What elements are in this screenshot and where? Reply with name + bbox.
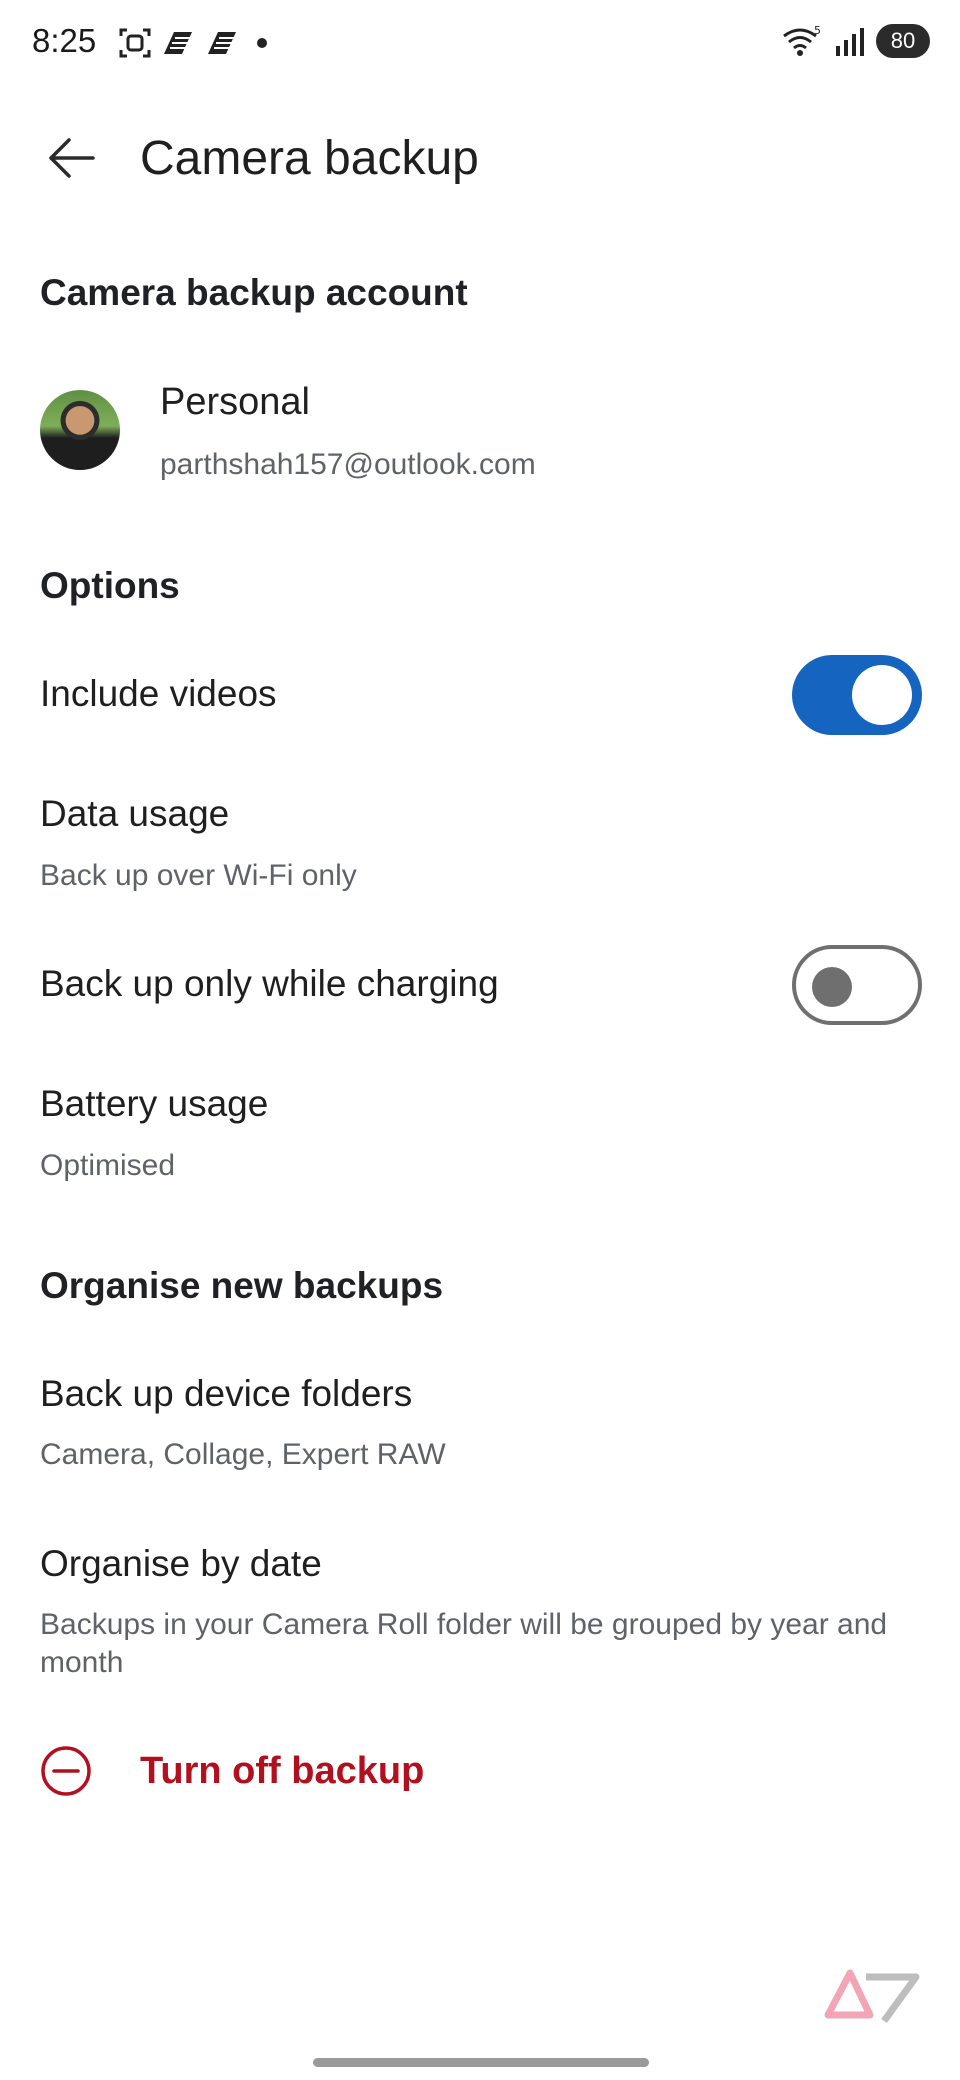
turn-off-backup-button[interactable]: Turn off backup: [40, 1745, 424, 1797]
app-icon: [164, 32, 192, 54]
screenshot-icon: [119, 28, 151, 58]
options-section-title: Options: [40, 565, 180, 606]
account-email: parthshah157@outlook.com: [160, 448, 536, 481]
device-folders-value: Camera, Collage, Expert RAW: [40, 1438, 446, 1471]
battery-usage-label[interactable]: Battery usage: [40, 1083, 268, 1125]
toggle-knob: [812, 967, 852, 1007]
toggle-knob: [852, 665, 912, 725]
data-usage-value: Back up over Wi-Fi only: [40, 859, 357, 892]
status-icons-right: 5 80: [780, 24, 930, 58]
home-indicator[interactable]: [313, 2058, 649, 2067]
account-section-title: Camera backup account: [40, 272, 468, 313]
battery-usage-value: Optimised: [40, 1149, 176, 1182]
wifi-icon: 5: [783, 24, 821, 56]
logo-icon: [824, 1969, 920, 2024]
avatar[interactable]: [40, 390, 120, 470]
device-folders-label[interactable]: Back up device folders: [40, 1373, 412, 1415]
minus-circle-icon: [41, 1746, 91, 1796]
page-title: Camera backup: [140, 132, 479, 185]
app-icon: [208, 32, 236, 54]
status-icons-left: [118, 26, 272, 60]
include-videos-label[interactable]: Include videos: [40, 673, 277, 715]
signal-icon: [836, 28, 864, 56]
organise-by-date-label[interactable]: Organise by date: [40, 1543, 322, 1585]
battery-indicator: 80: [876, 24, 930, 58]
charging-only-label[interactable]: Back up only while charging: [40, 963, 499, 1005]
svg-text:5: 5: [814, 24, 821, 37]
arrow-left-icon: [49, 138, 95, 178]
account-name[interactable]: Personal: [160, 381, 310, 424]
include-videos-toggle[interactable]: [792, 655, 922, 735]
data-usage-label[interactable]: Data usage: [40, 793, 229, 835]
organise-section-title: Organise new backups: [40, 1265, 444, 1306]
back-button[interactable]: [36, 128, 106, 188]
charging-only-toggle[interactable]: [792, 945, 922, 1025]
turn-off-backup-label: Turn off backup: [140, 1749, 425, 1792]
organise-by-date-description: Backups in your Camera Roll folder will …: [40, 1608, 888, 1679]
dot-icon: [257, 38, 267, 48]
status-time: 8:25: [32, 22, 97, 59]
watermark-logo: [822, 1965, 922, 2030]
